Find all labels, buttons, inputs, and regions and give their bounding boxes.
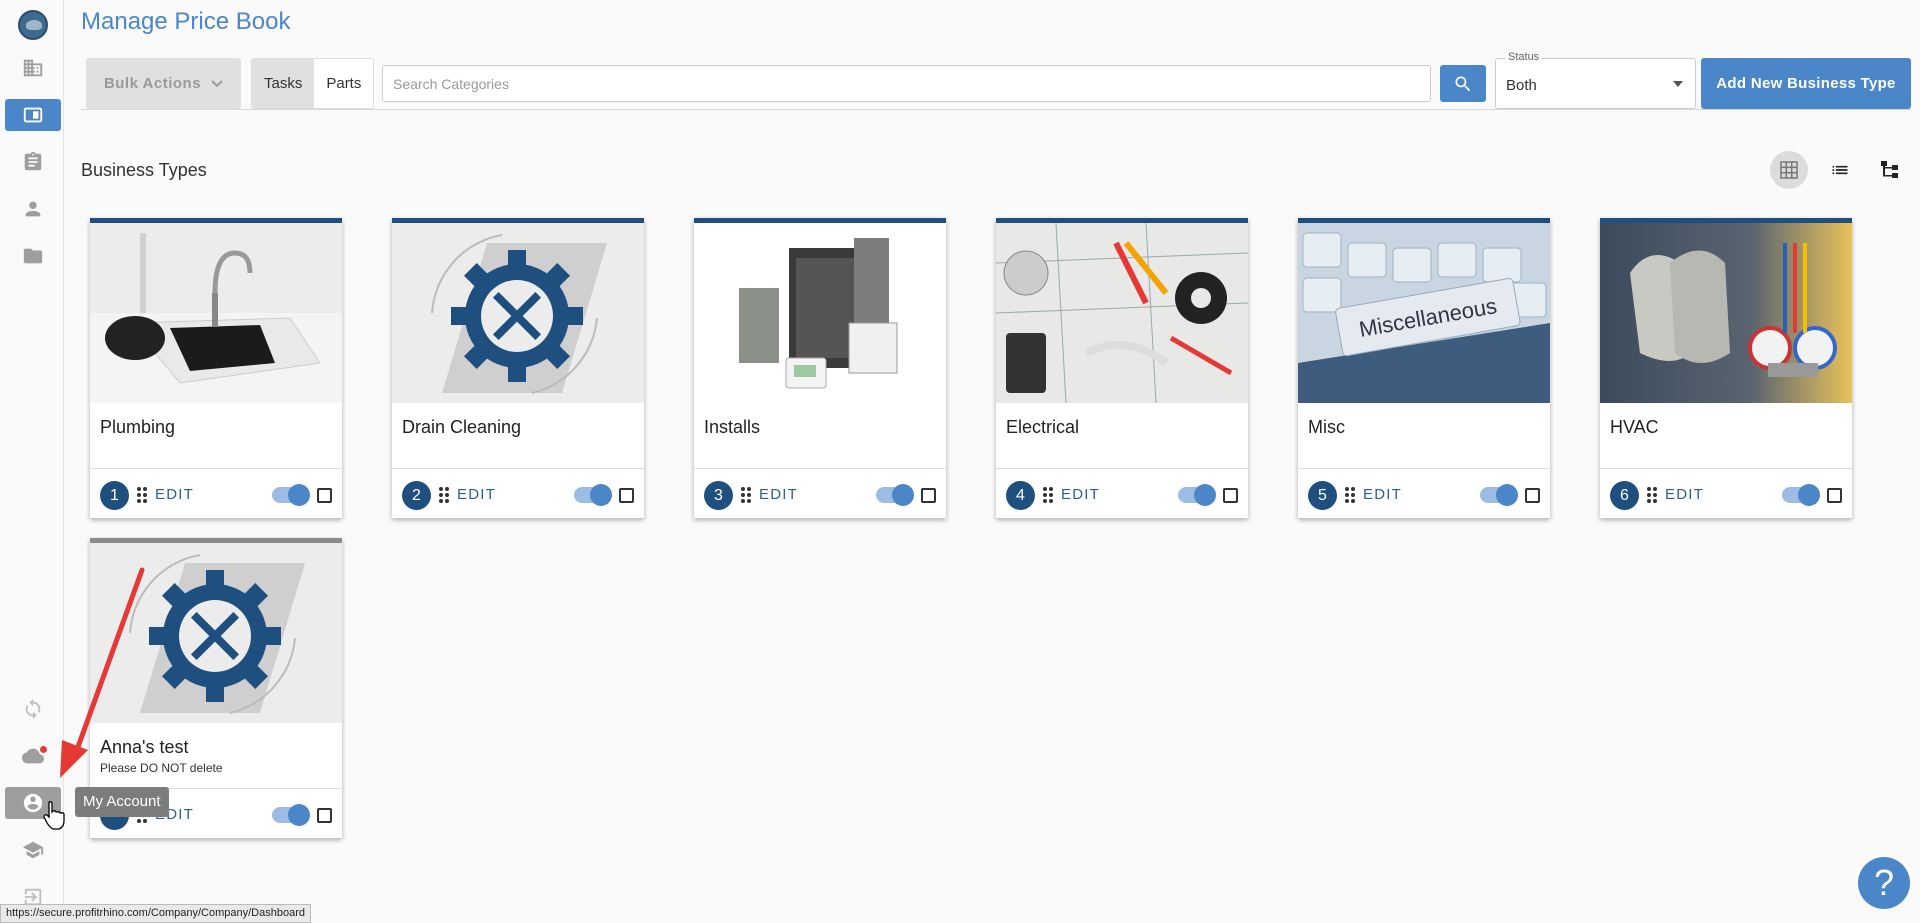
status-bar-url: https://secure.profitrhino.com/Company/C… [0, 904, 311, 923]
edit-button[interactable]: EDIT [1665, 486, 1704, 503]
select-checkbox[interactable] [1525, 488, 1540, 503]
card-subtitle: Please DO NOT delete [100, 761, 223, 775]
active-toggle[interactable] [272, 804, 310, 826]
select-checkbox[interactable] [1223, 488, 1238, 503]
drag-handle-icon[interactable] [1646, 485, 1658, 505]
card-title: Plumbing [100, 417, 176, 437]
business-type-card[interactable]: Miscellaneous Misc 5 EDIT [1298, 218, 1550, 518]
edit-button[interactable]: EDIT [155, 486, 194, 503]
search-button[interactable] [1440, 65, 1486, 102]
card-footer: 2 EDIT [392, 468, 644, 523]
select-checkbox[interactable] [317, 808, 332, 823]
edit-button[interactable]: EDIT [759, 486, 798, 503]
active-toggle[interactable] [272, 484, 310, 506]
misc-image: Miscellaneous [1298, 223, 1550, 403]
page-title: Manage Price Book [81, 8, 291, 35]
card-title: Anna's test [100, 737, 189, 757]
drag-handle-icon[interactable] [1344, 485, 1356, 505]
clipboard-icon[interactable] [5, 146, 61, 178]
active-toggle[interactable] [574, 484, 612, 506]
business-type-card[interactable]: Electrical 4 EDIT [996, 218, 1248, 518]
tooltip: My Account [75, 787, 169, 817]
price-book-icon[interactable] [5, 99, 61, 131]
order-badge: 4 [1006, 481, 1035, 510]
person-icon[interactable] [5, 193, 61, 225]
installs-image [694, 223, 946, 403]
help-button[interactable]: ? [1858, 857, 1910, 909]
active-toggle[interactable] [876, 484, 914, 506]
grid-view-button[interactable] [1770, 151, 1808, 189]
card-title: Electrical [1006, 417, 1080, 437]
card-footer: 4 EDIT [996, 468, 1248, 523]
cloud-icon[interactable] [5, 740, 61, 772]
business-type-card[interactable]: Installs 3 EDIT [694, 218, 946, 518]
card-title: Drain Cleaning [402, 417, 522, 437]
order-badge: 2 [402, 481, 431, 510]
active-toggle[interactable] [1782, 484, 1820, 506]
hand-cursor-icon [43, 801, 65, 830]
list-view-button[interactable] [1821, 151, 1859, 189]
status-value: Both [1506, 77, 1537, 94]
drag-handle-icon[interactable] [740, 485, 752, 505]
active-toggle[interactable] [1178, 484, 1216, 506]
grid-icon [1780, 161, 1798, 179]
company-logo[interactable] [18, 10, 48, 40]
select-checkbox[interactable] [1827, 488, 1842, 503]
sidebar [0, 0, 64, 923]
edit-button[interactable]: EDIT [1061, 486, 1100, 503]
gear-tools-image [90, 543, 342, 723]
bulk-actions-label: Bulk Actions [103, 75, 202, 92]
sync-icon[interactable] [5, 693, 61, 725]
building-icon[interactable] [5, 52, 61, 84]
search-input[interactable] [382, 65, 1431, 102]
order-badge: 6 [1610, 481, 1639, 510]
notification-dot [40, 746, 47, 753]
add-business-type-button[interactable]: Add New Business Type [1701, 58, 1911, 109]
list-icon [1832, 165, 1848, 175]
toolbar: Bulk Actions Tasks Parts Status Both Add… [81, 51, 1911, 110]
caret-down-icon [1673, 81, 1683, 87]
electrical-image [996, 223, 1248, 403]
tree-icon [1881, 161, 1898, 178]
bulk-actions-button[interactable]: Bulk Actions [86, 58, 241, 109]
order-badge: 3 [704, 481, 733, 510]
status-label: Status [1505, 51, 1543, 63]
order-badge: 1 [100, 481, 129, 510]
folder-icon[interactable] [5, 240, 61, 272]
drag-handle-icon[interactable] [438, 485, 450, 505]
select-checkbox[interactable] [317, 488, 332, 503]
hvac-image [1600, 223, 1852, 403]
tab-tasks[interactable]: Tasks [252, 59, 315, 108]
card-title: HVAC [1610, 417, 1659, 437]
drag-handle-icon[interactable] [136, 485, 148, 505]
business-type-card[interactable]: HVAC 6 EDIT [1600, 218, 1852, 518]
order-badge: 5 [1308, 481, 1337, 510]
business-type-card[interactable]: Plumbing 1 EDIT [90, 218, 342, 518]
tab-parts[interactable]: Parts [314, 59, 374, 108]
gear-tools-image [392, 223, 644, 403]
plumbing-image [90, 223, 342, 403]
edit-button[interactable]: EDIT [1363, 486, 1402, 503]
status-select[interactable]: Status Both [1495, 51, 1696, 109]
card-footer: 6 EDIT [1600, 468, 1852, 523]
drag-handle-icon[interactable] [1042, 485, 1054, 505]
business-type-card[interactable]: Drain Cleaning 2 EDIT [392, 218, 644, 518]
card-footer: 3 EDIT [694, 468, 946, 523]
card-footer: 1 EDIT [90, 468, 342, 523]
edit-button[interactable]: EDIT [457, 486, 496, 503]
active-toggle[interactable] [1480, 484, 1518, 506]
chevron-down-icon [211, 79, 223, 87]
select-checkbox[interactable] [921, 488, 936, 503]
card-footer: 5 EDIT [1298, 468, 1550, 523]
card-title: Installs [704, 417, 761, 437]
tasks-parts-toggle: Tasks Parts [251, 58, 375, 109]
tree-view-button[interactable] [1871, 151, 1909, 189]
search-icon [1455, 76, 1471, 91]
section-title: Business Types [81, 160, 207, 180]
select-checkbox[interactable] [619, 488, 634, 503]
card-title: Misc [1308, 417, 1345, 437]
graduation-cap-icon[interactable] [5, 834, 61, 866]
